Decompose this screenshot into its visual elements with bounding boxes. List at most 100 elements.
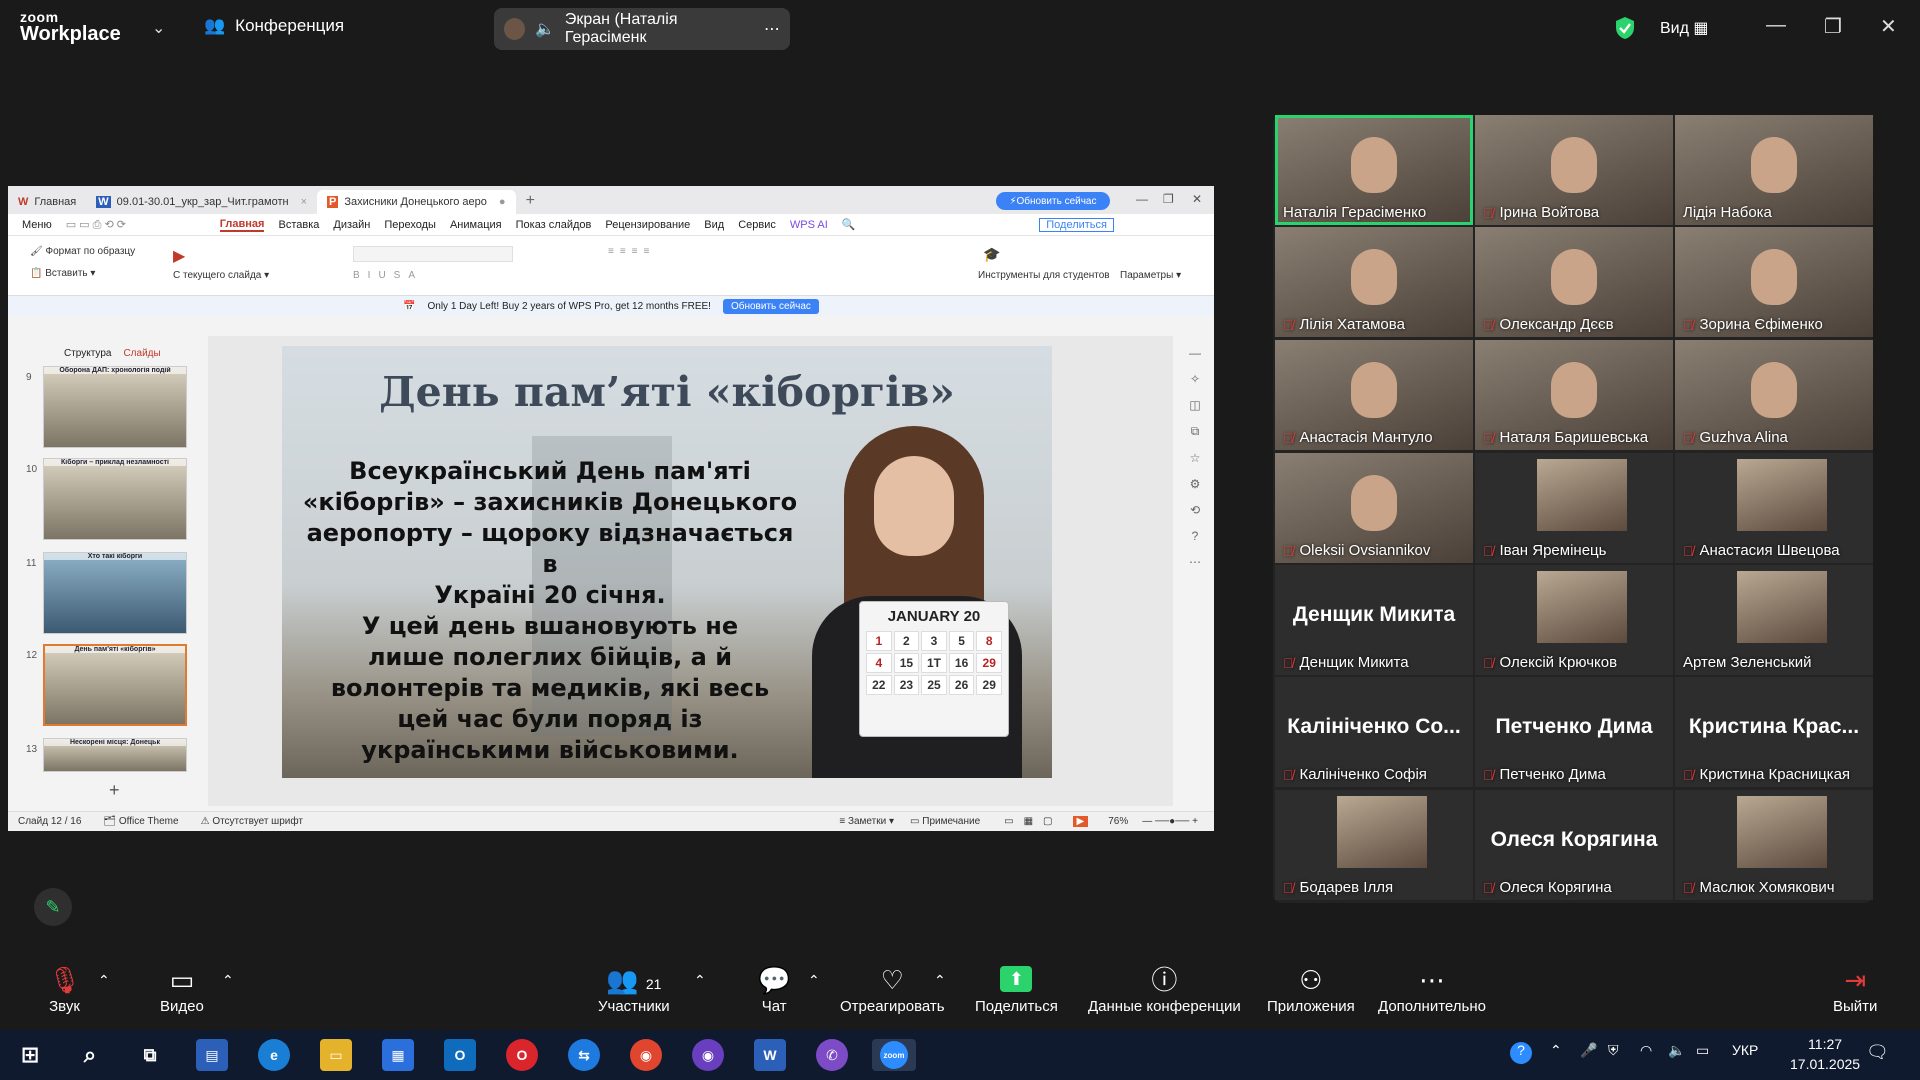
- format-painter-button[interactable]: 🖌 Формат по образцу: [30, 246, 135, 257]
- search-icon[interactable]: ⌕: [74, 1039, 106, 1071]
- encryption-shield-icon[interactable]: [1614, 16, 1636, 40]
- current-slide[interactable]: День пам’яті «кіборгів» Всеукраїнський Д…: [282, 346, 1052, 778]
- help-icon[interactable]: ?: [1176, 529, 1214, 543]
- battery-icon[interactable]: ▭: [1696, 1042, 1709, 1059]
- share-doc-button[interactable]: Поделиться: [1039, 217, 1114, 232]
- zoom-level-select[interactable]: 76%: [1108, 816, 1128, 827]
- menu-item-slideshow[interactable]: Показ слайдов: [516, 219, 592, 231]
- participant-tile[interactable]: 🎙̸ Oleksii Ovsiannikov: [1275, 453, 1473, 563]
- menu-item-insert[interactable]: Вставка: [278, 219, 319, 231]
- participant-tile[interactable]: 🎙̸ Лілія Хатамова: [1275, 227, 1473, 337]
- restore-window-icon[interactable]: ❐: [1163, 192, 1174, 206]
- view-button[interactable]: Вид ▦: [1660, 18, 1709, 38]
- tab-home[interactable]: W Главная: [8, 190, 86, 214]
- menu-item-view[interactable]: Вид: [704, 219, 724, 231]
- slide-thumbnail[interactable]: Нескорені місця: Донецьк: [43, 738, 187, 772]
- tab-document[interactable]: W 09.01-30.01_укр_зар_Чит.грамотн ×: [86, 190, 317, 214]
- task-view-icon[interactable]: ⧉: [134, 1039, 166, 1071]
- wifi-icon[interactable]: ◠: [1640, 1042, 1652, 1059]
- audio-button[interactable]: 🎙 Звук: [48, 962, 81, 1015]
- restore-window-icon[interactable]: ❐: [1824, 14, 1842, 39]
- magic-icon[interactable]: ✧: [1176, 372, 1214, 386]
- language-indicator[interactable]: УКР: [1732, 1042, 1758, 1058]
- slide-thumbnail[interactable]: Кіборги – приклад незламності: [43, 458, 187, 540]
- tab-slides[interactable]: Слайды: [123, 348, 160, 359]
- search-icon[interactable]: 🔍: [842, 218, 856, 231]
- more-options-icon[interactable]: ⋯: [1176, 555, 1214, 569]
- menu-item-home[interactable]: Главная: [219, 218, 265, 232]
- menu-item-service[interactable]: Сервис: [738, 219, 776, 231]
- participant-tile[interactable]: Калініченко Со... 🎙̸ Калініченко Софія: [1275, 677, 1473, 787]
- theme-label[interactable]: 🗂 Office Theme: [103, 816, 178, 827]
- shape-icon[interactable]: ◫: [1176, 398, 1214, 412]
- student-tools-button[interactable]: Инструменты для студентов: [978, 270, 1110, 281]
- play-icon[interactable]: ▶: [173, 246, 185, 266]
- screen-share-indicator[interactable]: 🔈 Экран (Наталія Герасіменк ⋯: [494, 8, 790, 50]
- font-style-buttons[interactable]: BIUSA: [353, 270, 423, 281]
- participants-options-chevron[interactable]: ⌃: [694, 962, 706, 998]
- chrome-icon[interactable]: ◉: [630, 1039, 662, 1071]
- notifications-icon[interactable]: 🗨: [1866, 1042, 1889, 1063]
- meeting-menu-button[interactable]: 👥 Конференция: [204, 16, 344, 36]
- teamviewer-icon[interactable]: ⇆: [568, 1039, 600, 1071]
- react-button[interactable]: ♡ Отреагировать: [840, 962, 945, 1015]
- participant-tile[interactable]: Олеся Корягина 🎙̸ Олеся Корягина: [1475, 790, 1673, 900]
- close-window-icon[interactable]: ✕: [1880, 14, 1897, 39]
- star-icon[interactable]: ☆: [1176, 451, 1214, 465]
- from-current-slide-button[interactable]: С текущего слайда ▾: [173, 270, 269, 281]
- outlook-icon[interactable]: O: [444, 1039, 476, 1071]
- participant-tile[interactable]: 🎙̸ Наталя Баришевська: [1475, 340, 1673, 450]
- mic-icon[interactable]: 🎤: [1580, 1042, 1597, 1059]
- participant-tile[interactable]: 🎙̸ Бодарев Ілля: [1275, 790, 1473, 900]
- participant-tile[interactable]: Артем Зеленський: [1675, 565, 1873, 675]
- minus-icon[interactable]: —: [1176, 346, 1214, 360]
- share-screen-button[interactable]: ⬆ Поделиться: [975, 962, 1058, 1015]
- more-options-icon[interactable]: ⋯: [764, 19, 780, 39]
- comment-toggle-button[interactable]: ▭ Примечание: [910, 816, 980, 827]
- zoom-slider[interactable]: — ──●── +: [1142, 816, 1198, 827]
- close-tab-icon[interactable]: ×: [301, 196, 307, 208]
- close-window-icon[interactable]: ✕: [1192, 192, 1202, 206]
- chat-button[interactable]: 💬 Чат: [758, 962, 790, 1015]
- participant-tile[interactable]: Наталія Герасіменко: [1275, 115, 1473, 225]
- viber-icon[interactable]: ✆: [816, 1039, 848, 1071]
- participants-button[interactable]: 👥 21 Участники: [598, 962, 670, 1015]
- slide-thumbnail-selected[interactable]: День пам'яті «кіборгів»: [43, 644, 187, 726]
- new-tab-icon[interactable]: +: [516, 192, 545, 214]
- settings-icon[interactable]: ⚙: [1176, 477, 1214, 491]
- minimize-window-icon[interactable]: —: [1766, 14, 1786, 37]
- participant-tile[interactable]: 🎙̸ Анастасия Швецова: [1675, 453, 1873, 563]
- file-explorer-icon[interactable]: ▭: [320, 1039, 352, 1071]
- paste-button[interactable]: 📋 Вставить ▾: [30, 268, 95, 279]
- participant-tile[interactable]: 🎙̸ Анастасія Мантуло: [1275, 340, 1473, 450]
- participant-tile[interactable]: 🎙̸ Зорина Єфіменко: [1675, 227, 1873, 337]
- edge-icon[interactable]: e: [258, 1039, 290, 1071]
- participant-tile[interactable]: Денщик Микита 🎙̸ Денщик Микита: [1275, 565, 1473, 675]
- participant-tile[interactable]: Петченко Дима 🎙̸ Петченко Дима: [1475, 677, 1673, 787]
- participant-tile[interactable]: 🎙̸ Маслюк Хомякович: [1675, 790, 1873, 900]
- store-icon[interactable]: ▦: [382, 1039, 414, 1071]
- menu-item-menu[interactable]: Меню: [22, 219, 52, 231]
- promo-update-button[interactable]: Обновить сейчас: [722, 298, 819, 314]
- defender-icon[interactable]: ⛨: [1608, 1042, 1619, 1059]
- tab-presentation[interactable]: P Захисники Донецького аеро ●: [317, 190, 516, 214]
- paragraph-tools[interactable]: ≡≡≡≡: [608, 246, 655, 257]
- video-button[interactable]: ▭ Видео: [160, 962, 204, 1015]
- history-icon[interactable]: ⟲: [1176, 503, 1214, 517]
- leave-button[interactable]: ⇥ Выйти: [1833, 962, 1877, 1015]
- meeting-info-button[interactable]: ⓘ Данные конференции: [1088, 962, 1241, 1015]
- video-options-chevron[interactable]: ⌃: [222, 962, 234, 998]
- audio-options-chevron[interactable]: ⌃: [98, 962, 110, 998]
- participant-tile[interactable]: 🎙̸ Іван Яремінець: [1475, 453, 1673, 563]
- opera-icon[interactable]: O: [506, 1039, 538, 1071]
- chevron-down-icon[interactable]: ⌄: [152, 18, 165, 38]
- copy-icon[interactable]: ⧉: [1176, 424, 1214, 439]
- add-slide-icon[interactable]: +: [109, 780, 120, 801]
- close-tab-icon[interactable]: ●: [499, 196, 506, 208]
- view-mode-buttons[interactable]: ▭▦▢: [1004, 816, 1062, 827]
- slide-thumbnail[interactable]: Оборона ДАП: хронологія подій: [43, 366, 187, 448]
- participant-tile[interactable]: 🎙̸ Guzhva Alina: [1675, 340, 1873, 450]
- menu-item-transitions[interactable]: Переходы: [384, 219, 436, 231]
- menu-item-review[interactable]: Рецензирование: [605, 219, 690, 231]
- windows-start-icon[interactable]: ⊞: [14, 1039, 46, 1071]
